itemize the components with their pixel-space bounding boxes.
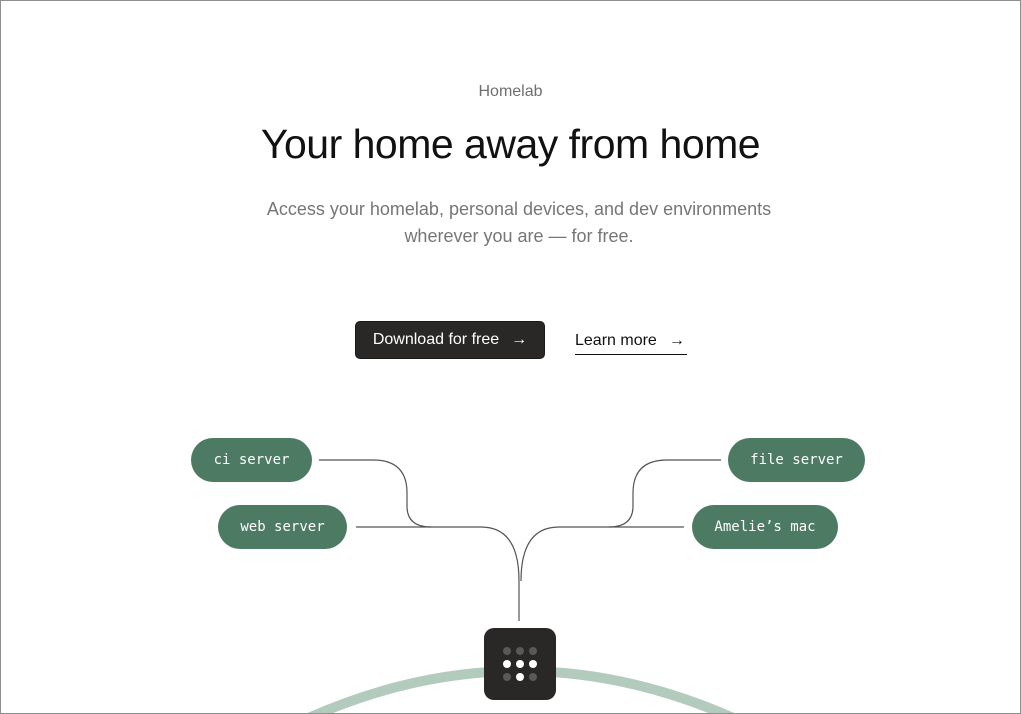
- node-file-server: file server: [728, 438, 865, 482]
- node-label: file server: [750, 452, 843, 468]
- node-label: ci server: [213, 452, 290, 468]
- node-label: Amelie’s mac: [714, 519, 816, 535]
- node-label: web server: [240, 519, 325, 535]
- hub-dot: [529, 647, 537, 655]
- hub-dot: [503, 647, 511, 655]
- hub-dot: [529, 660, 537, 668]
- hub-dot: [529, 673, 537, 681]
- network-diagram: [307, 459, 735, 713]
- hub-dot: [516, 660, 524, 668]
- hub-dot: [503, 660, 511, 668]
- hub-dot: [516, 647, 524, 655]
- hub-dot: [503, 673, 511, 681]
- node-web-server: web server: [218, 505, 347, 549]
- node-amelies-mac: Amelie’s mac: [692, 505, 838, 549]
- hub-dot: [516, 673, 524, 681]
- connector-amelies-mac: [520, 526, 684, 582]
- tailscale-logo-icon: [484, 628, 556, 700]
- connector-web-server: [356, 526, 520, 621]
- page-frame: Homelab Your home away from home Access …: [0, 0, 1021, 714]
- node-ci-server: ci server: [191, 438, 312, 482]
